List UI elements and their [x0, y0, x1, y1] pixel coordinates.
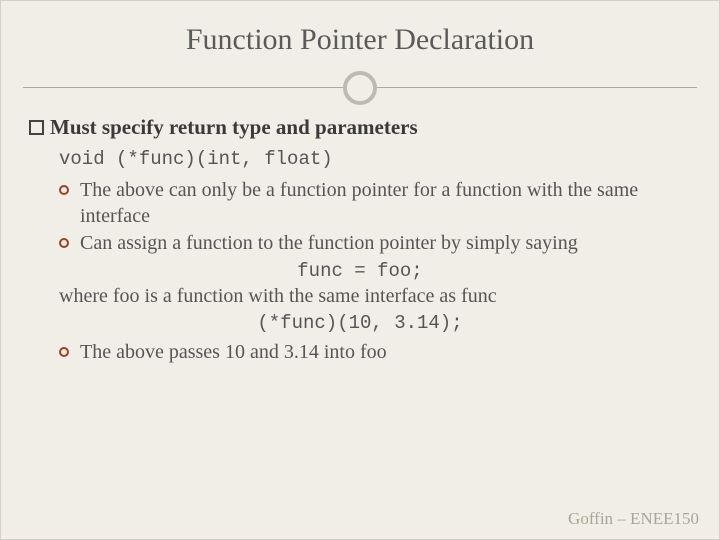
footer-text: Goffin – ENEE150	[568, 509, 699, 529]
heading-line: Must specify return type and parameters	[29, 115, 691, 140]
bullet-text-3: The above passes 10 and 3.14 into foo	[80, 340, 691, 366]
where-line: where foo is a function with the same in…	[59, 285, 691, 308]
slide-title: Function Pointer Declaration	[1, 1, 719, 71]
circle-bullet-icon	[59, 185, 69, 195]
code-assignment: func = foo;	[29, 260, 691, 282]
heading-text: Must specify return type and parameters	[50, 115, 418, 139]
bullet-item: The above can only be a function pointer…	[59, 178, 691, 229]
divider	[1, 71, 719, 105]
code-declaration: void (*func)(int, float)	[59, 148, 691, 170]
circle-bullet-icon	[59, 347, 69, 357]
bullet-text-2: Can assign a function to the function po…	[80, 231, 691, 257]
bullet-item: The above passes 10 and 3.14 into foo	[59, 340, 691, 366]
code-call: (*func)(10, 3.14);	[29, 312, 691, 334]
slide-content: Must specify return type and parameters …	[1, 111, 719, 365]
circle-bullet-icon	[59, 238, 69, 248]
bullet-text-1: The above can only be a function pointer…	[80, 178, 691, 229]
divider-circle-icon	[343, 71, 377, 105]
square-bullet-icon	[29, 120, 44, 135]
bullet-item: Can assign a function to the function po…	[59, 231, 691, 257]
